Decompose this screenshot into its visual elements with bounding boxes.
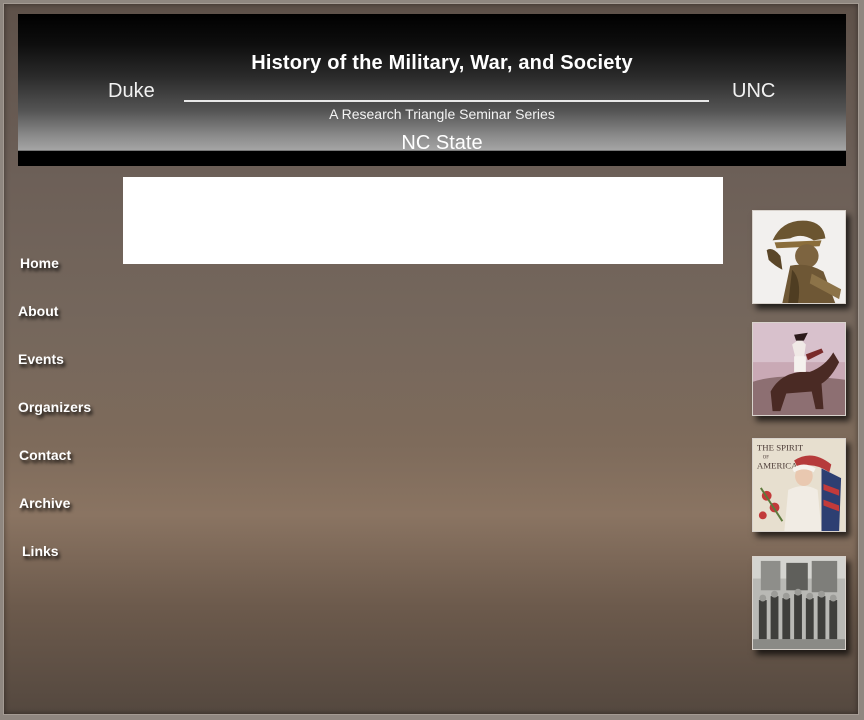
main-content-panel	[123, 177, 723, 264]
napoleon-on-horseback-image	[752, 322, 846, 416]
soldiers-group-photo-image	[752, 556, 846, 650]
nav-contact-link[interactable]: Contact	[19, 447, 71, 463]
nav-organizers-link[interactable]: Organizers	[18, 399, 91, 415]
site-subtitle: A Research Triangle Seminar Series	[329, 106, 555, 122]
header-black-bar	[18, 150, 846, 166]
svg-text:AMERICA: AMERICA	[757, 460, 798, 470]
helmeted-warrior-statue-image	[752, 210, 846, 304]
nav-archive-link[interactable]: Archive	[19, 495, 70, 511]
nav-home-link[interactable]: Home	[20, 255, 59, 271]
nav-events-link[interactable]: Events	[18, 351, 64, 367]
nav-links-link[interactable]: Links	[22, 543, 59, 559]
svg-text:THE SPIRIT: THE SPIRIT	[757, 443, 804, 453]
banner-divider-line	[184, 100, 709, 102]
banner-duke-label: Duke	[108, 80, 155, 102]
header-banner: History of the Military, War, and Societ…	[18, 14, 846, 154]
spirit-of-america-poster-image: THE SPIRIT OF AMERICA	[752, 438, 846, 532]
site-title: History of the Military, War, and Societ…	[251, 52, 633, 74]
nav-about-link[interactable]: About	[18, 303, 58, 319]
banner-unc-label: UNC	[732, 80, 776, 102]
